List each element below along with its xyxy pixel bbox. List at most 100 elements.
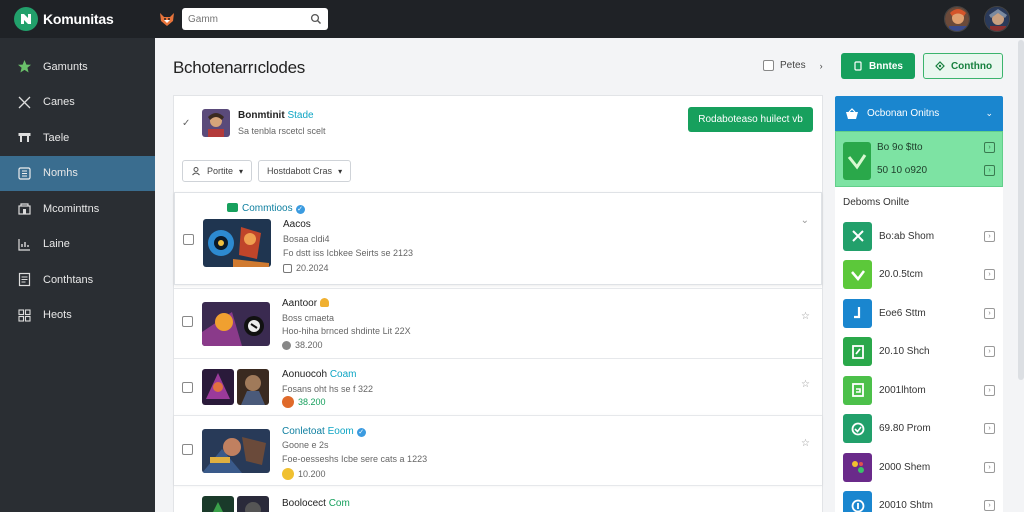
outline-button-label: Conthno <box>950 60 993 72</box>
verified-icon: ✓ <box>356 428 366 437</box>
check-icon[interactable]: ✓ <box>182 118 190 129</box>
avatar[interactable] <box>202 109 230 137</box>
expand-icon[interactable]: › <box>984 423 995 435</box>
row-title-tag: Coam <box>329 369 357 380</box>
expand-icon[interactable]: › <box>984 461 995 473</box>
game-thumbnail[interactable] <box>202 429 270 473</box>
expand-icon[interactable]: › <box>984 307 995 319</box>
list-item[interactable]: Aonuocoh Coam Fosans oht hs se f 322 38.… <box>174 358 822 415</box>
online-item[interactable]: Bo:ab Shom › <box>835 217 1003 256</box>
header-filter[interactable]: Petes › <box>763 60 823 71</box>
expand-icon[interactable]: › <box>984 500 995 512</box>
fox-icon[interactable] <box>158 10 176 28</box>
list-item[interactable]: Conletoat Eoom ✓ Goone e 2s Foe-oesseshs … <box>174 415 822 485</box>
list-item[interactable]: Boolocect Com <box>174 485 822 512</box>
post-author[interactable]: Bonmtinit Stade <box>238 110 314 121</box>
chevron-down-icon[interactable]: ⌄ <box>985 108 993 119</box>
online-item[interactable]: Eoe6 Sttm › <box>835 294 1003 333</box>
row-title: Boolocect Com <box>282 498 350 509</box>
row-subtitle: Fosans oht hs se f 322 <box>282 384 374 394</box>
expand-icon[interactable]: › <box>984 269 995 281</box>
calendar-icon <box>283 263 292 273</box>
expand-icon[interactable]: › <box>984 142 995 153</box>
featured-item[interactable]: Bo 9o $tto 50 10 o920 › › <box>835 131 1003 187</box>
document-icon <box>17 272 32 287</box>
online-item[interactable]: 2001lhtom › <box>835 371 1003 410</box>
sidebar-item-gamunts[interactable]: Gamunts <box>0 49 155 85</box>
item-label: 2001lhtom <box>879 384 926 396</box>
item-label: Bo:ab Shom <box>879 230 935 242</box>
game-thumbnail[interactable] <box>203 219 271 267</box>
row-stat: 20.2024 <box>283 263 329 273</box>
star-icon[interactable]: ☆ <box>801 438 810 449</box>
search-input[interactable] <box>188 13 304 25</box>
row-title: Aantoor <box>282 298 329 309</box>
bookmark-icon <box>854 61 862 71</box>
filter-label: Hostdabott Cras <box>267 166 333 176</box>
primary-button-label: Bnntes <box>869 60 903 72</box>
game-thumbnail[interactable] <box>202 302 270 346</box>
online-item[interactable]: 20.10 Shch › <box>835 333 1003 372</box>
follow-button[interactable]: Rodaboteaso huilect vb <box>688 107 813 132</box>
row-checkbox[interactable] <box>182 382 193 393</box>
row-stat: 38.200 <box>282 340 323 350</box>
brush-icon <box>17 95 32 110</box>
expand-icon[interactable]: › <box>984 346 995 358</box>
coin-icon <box>282 396 294 408</box>
sidebar-item-heots[interactable]: Heots <box>0 298 155 334</box>
expand-icon[interactable]: › <box>984 165 995 176</box>
people-icon <box>17 201 32 216</box>
game-thumbnail[interactable] <box>237 496 269 512</box>
table-icon <box>17 130 32 145</box>
expand-icon[interactable]: › <box>984 384 995 396</box>
online-item[interactable]: 69.80 Prom › <box>835 410 1003 449</box>
primary-button[interactable]: Bnntes <box>841 53 915 79</box>
online-panel: Ocbonan Onitns ⌄ Bo 9o $tto 50 10 o920 ›… <box>835 96 1003 512</box>
search-icon[interactable] <box>310 13 322 25</box>
search-box[interactable] <box>182 8 328 30</box>
star-icon <box>17 59 32 74</box>
row-stat: 10.200 <box>282 468 326 480</box>
row-checkbox[interactable] <box>182 316 193 327</box>
avatar[interactable] <box>944 6 970 32</box>
avatar[interactable] <box>984 6 1010 32</box>
chart-icon <box>17 237 32 252</box>
list-item[interactable]: Commtioos ✓ Aacos Bosaa cldi4 Fo dstt iss… <box>174 192 822 285</box>
sidebar-item-taele[interactable]: Taele <box>0 120 155 156</box>
sidebar-item-canes[interactable]: Canes <box>0 85 155 121</box>
game-thumbnail[interactable] <box>202 369 234 405</box>
scrollbar[interactable] <box>1018 40 1024 380</box>
row-title: Aonuocoh Coam <box>282 369 357 380</box>
item-label: 2000 Shem <box>879 461 931 473</box>
header-checkbox[interactable] <box>763 60 774 71</box>
star-icon[interactable]: ☆ <box>801 379 810 390</box>
game-thumbnail[interactable] <box>237 369 269 405</box>
game-icon <box>843 298 872 328</box>
game-thumbnail[interactable] <box>202 496 234 512</box>
chevron-down-icon[interactable]: ⌄ <box>801 215 809 226</box>
list-item[interactable]: Aantoor Boss cmaeta Hoo-hiha brnced shdi… <box>174 288 822 358</box>
star-icon[interactable]: ☆ <box>801 311 810 322</box>
brand[interactable]: Komunitas <box>14 7 154 31</box>
row-checkbox[interactable] <box>183 234 194 245</box>
filter-dropdown-portite[interactable]: Portite ▾ <box>182 160 253 182</box>
sidebar-item-conthtans[interactable]: Conthtans <box>0 262 155 298</box>
panel-subheader: Deboms Onilte <box>843 197 910 208</box>
online-item[interactable]: 20010 Shtm › <box>835 487 1003 512</box>
sidebar-item-label: Gamunts <box>43 60 88 73</box>
filter-dropdown-cras[interactable]: Hostdabott Cras ▾ <box>258 160 352 182</box>
sidebar-item-laine[interactable]: Laine <box>0 227 155 263</box>
item-label: 20010 Shtm <box>879 500 933 512</box>
item-label: 20.10 Shch <box>879 346 930 358</box>
panel-header[interactable]: Ocbonan Onitns ⌄ <box>835 96 1003 131</box>
outline-button[interactable]: Conthno <box>923 53 1003 79</box>
sidebar-item-nomhs[interactable]: Nomhs <box>0 155 155 191</box>
expand-icon[interactable]: › <box>984 230 995 242</box>
komunitas-logo-icon <box>14 7 38 31</box>
row-checkbox[interactable] <box>182 444 193 455</box>
online-item[interactable]: 20.0.5tcm › <box>835 256 1003 295</box>
sidebar-item-mcominttns[interactable]: Mcominttns <box>0 191 155 227</box>
online-item[interactable]: 2000 Shem › <box>835 448 1003 487</box>
lock-icon <box>319 298 329 307</box>
row-title-tag: Com <box>328 498 350 509</box>
